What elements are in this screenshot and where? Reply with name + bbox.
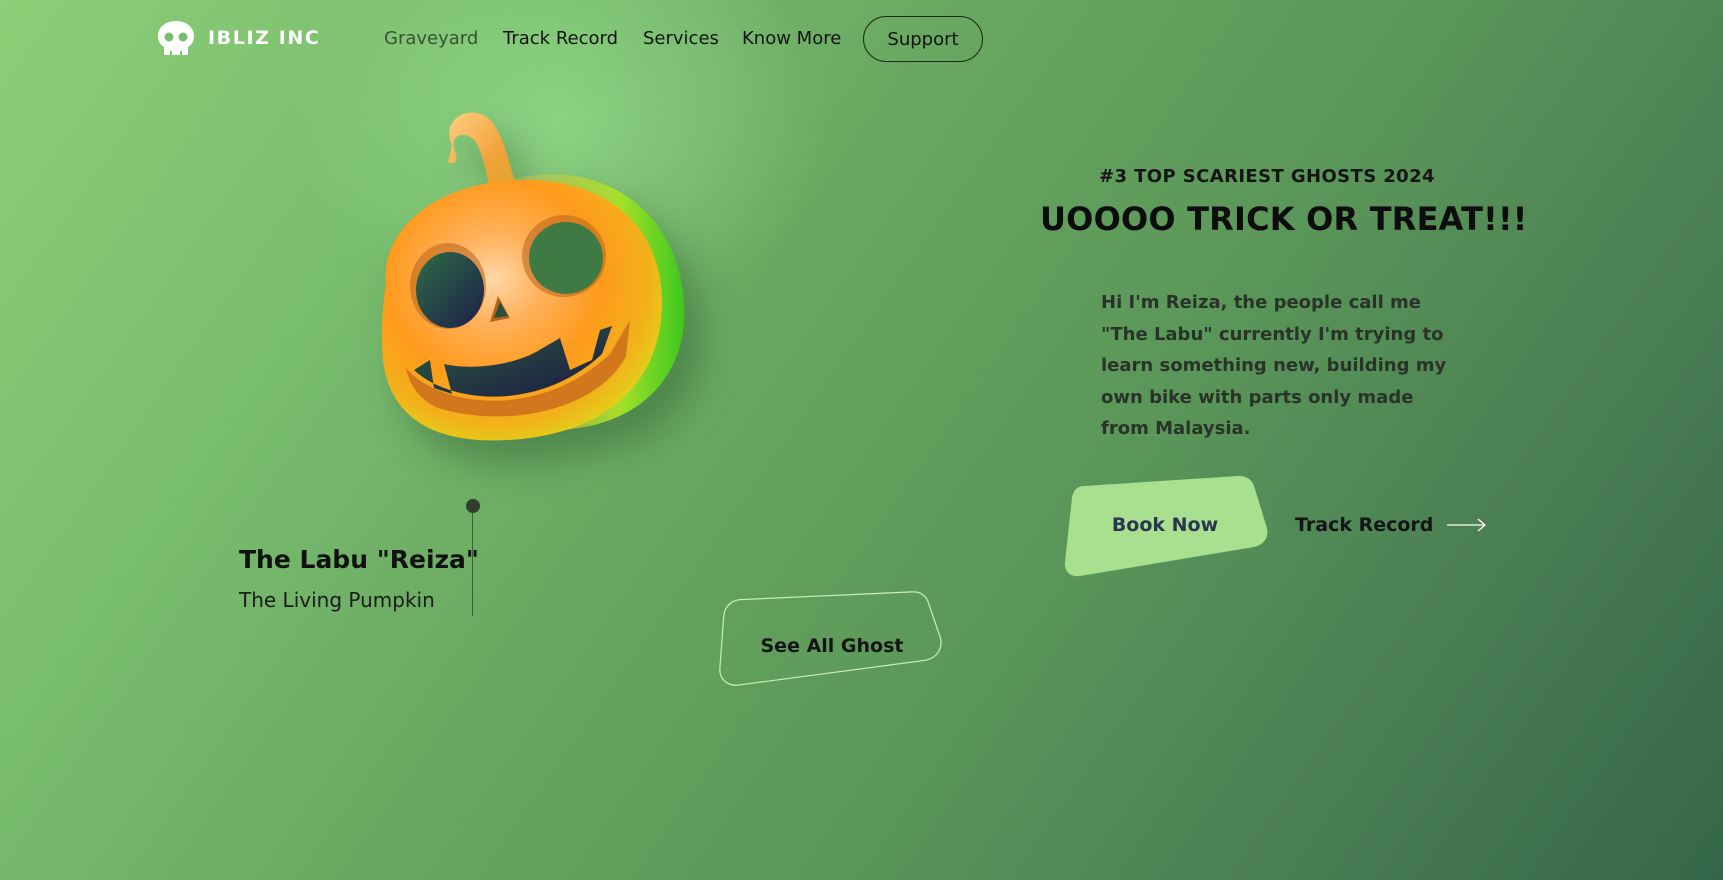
pumpkin-icon	[381, 112, 685, 441]
book-now-button[interactable]: Book Now	[1062, 474, 1268, 578]
hero-bio: Hi I'm Reiza, the people call me "The La…	[1101, 292, 1447, 439]
pin-dot	[466, 499, 480, 513]
book-now-label: Book Now	[1111, 514, 1219, 536]
ghost-subtitle: The Living Pumpkin	[239, 588, 435, 612]
arrow-right-icon	[1447, 518, 1487, 532]
track-record-link[interactable]: Track Record	[1295, 514, 1487, 536]
skull-icon	[158, 21, 194, 55]
hero-headline: UOOOO TRICK OR TREAT!!!	[1040, 200, 1528, 238]
ghost-name: The Labu "Reiza"	[239, 545, 479, 574]
pumpkin-image	[340, 108, 710, 482]
brand-logo[interactable]: IBLIZ INC	[156, 20, 320, 56]
see-all-label: See All Ghost	[760, 635, 904, 657]
support-button[interactable]: Support	[863, 16, 983, 62]
nav-item-track-record[interactable]: Track Record	[503, 28, 618, 49]
brand-name: IBLIZ INC	[208, 27, 321, 49]
nav-item-graveyard[interactable]: Graveyard	[384, 28, 478, 49]
hero-eyebrow: #3 TOP SCARIEST GHOSTS 2024	[1099, 166, 1435, 187]
see-all-ghost-button[interactable]: See All Ghost	[718, 590, 946, 704]
nav-item-services[interactable]: Services	[643, 28, 719, 49]
nav-item-know-more[interactable]: Know More	[742, 28, 841, 49]
track-record-label: Track Record	[1295, 514, 1434, 536]
